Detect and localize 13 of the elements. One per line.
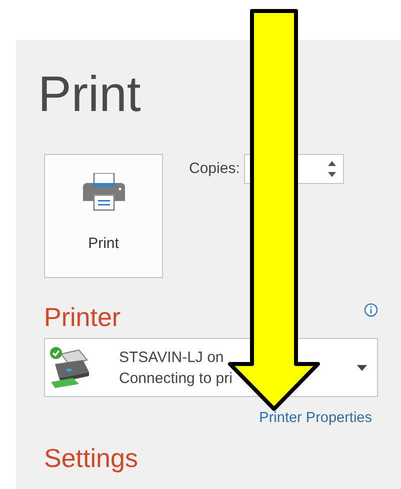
printer-name: STSAVIN-LJ on xyxy=(119,348,225,366)
network-printer-icon xyxy=(51,348,89,388)
printer-properties-link[interactable]: Printer Properties xyxy=(259,410,372,426)
printer-heading: Printer xyxy=(44,301,121,334)
printer-icon xyxy=(82,173,124,211)
copies-label: Copies: xyxy=(189,160,240,177)
caret-icon xyxy=(357,364,367,370)
info-icon[interactable] xyxy=(364,303,378,317)
page-title: Print xyxy=(38,66,141,122)
spin-arrows-icon xyxy=(326,159,337,179)
printer-status: Connecting to pri xyxy=(119,370,234,386)
settings-heading: Settings xyxy=(44,442,138,475)
print-button[interactable]: Print xyxy=(44,154,163,278)
